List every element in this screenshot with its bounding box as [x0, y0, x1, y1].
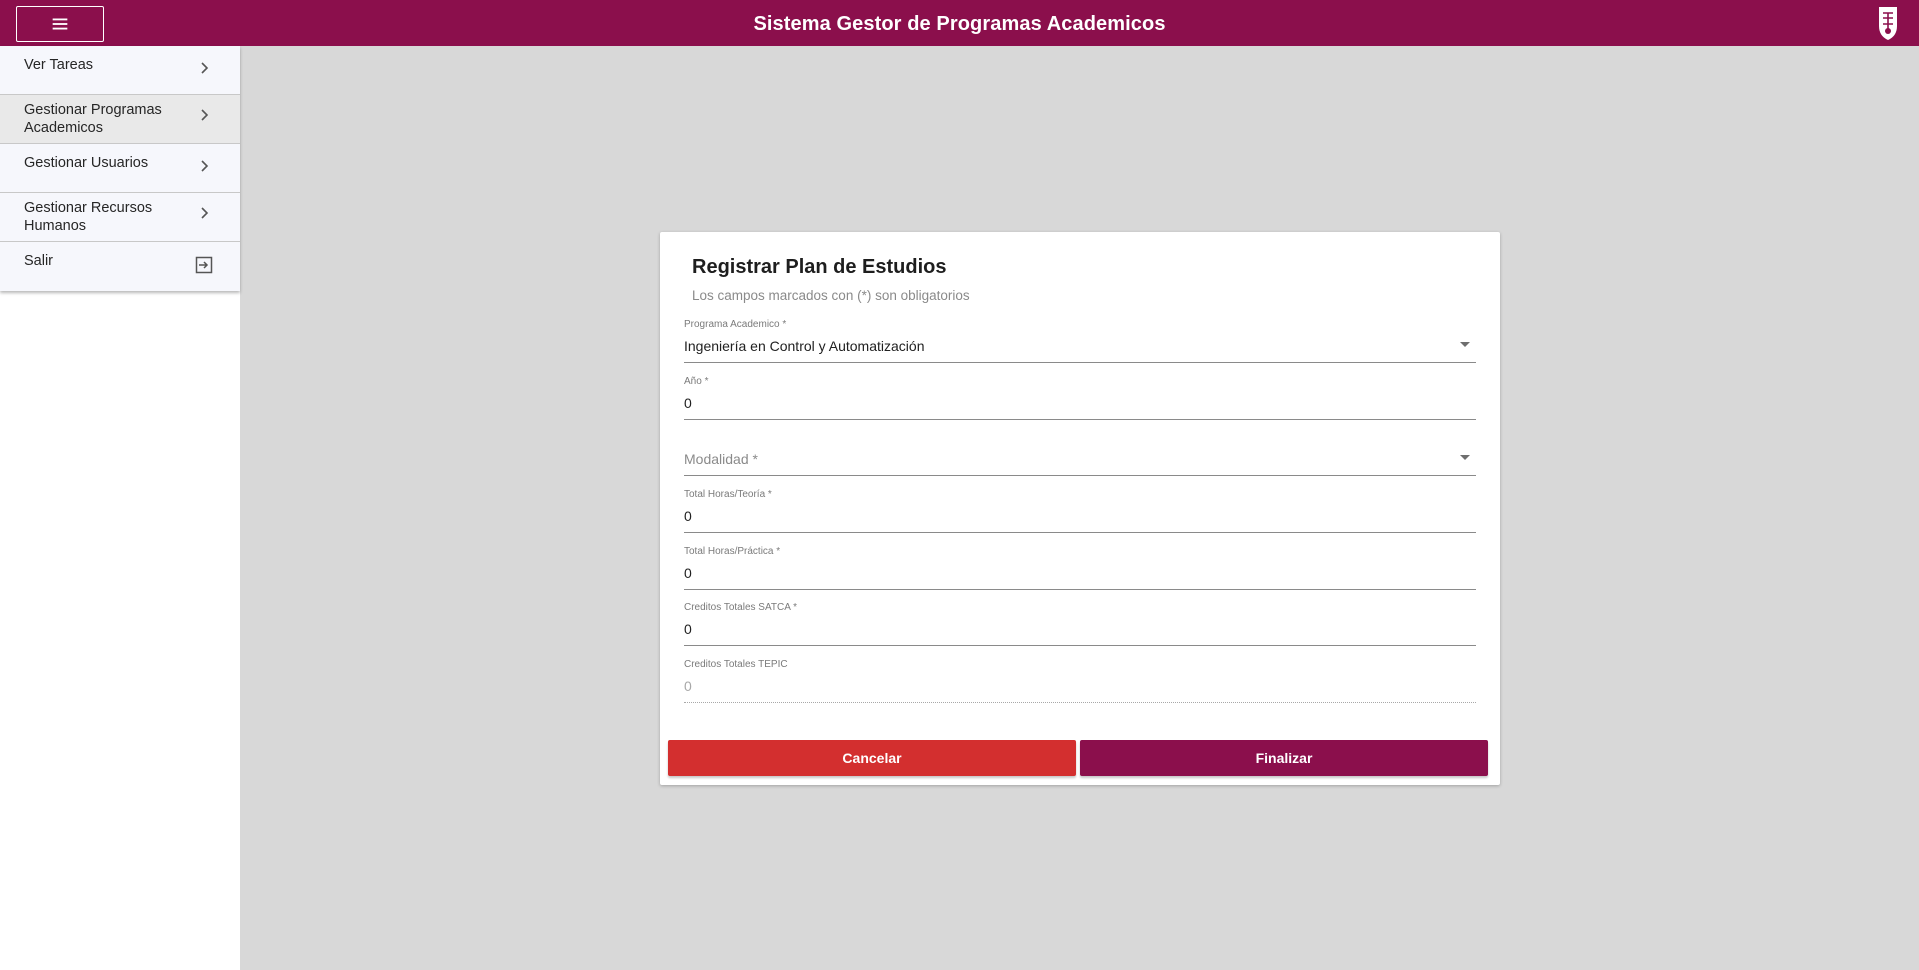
- field-value: 0: [684, 395, 692, 411]
- form-subtitle: Los campos marcados con (*) son obligato…: [692, 288, 970, 303]
- creditos-tepic-field: Creditos Totales TEPIC 0: [684, 659, 1476, 703]
- programa-academico-select[interactable]: Programa Academico * Ingeniería en Contr…: [684, 319, 1476, 363]
- chevron-right-icon: [201, 160, 209, 172]
- sidebar-nav: Ver Tareas Gestionar Programas Academico…: [0, 46, 240, 291]
- field-value: 0: [684, 621, 692, 637]
- sidebar-item-ver-tareas[interactable]: Ver Tareas: [0, 46, 240, 95]
- sidebar: Ver Tareas Gestionar Programas Academico…: [0, 46, 240, 970]
- dropdown-arrow-icon: [1460, 455, 1470, 460]
- field-value: 0: [684, 678, 692, 694]
- cancel-button[interactable]: Cancelar: [668, 740, 1076, 776]
- horas-practica-field[interactable]: Total Horas/Práctica * 0: [684, 546, 1476, 590]
- field-value: Ingeniería en Control y Automatización: [684, 338, 925, 354]
- field-value: 0: [684, 565, 692, 581]
- modalidad-select[interactable]: Modalidad *: [684, 432, 1476, 476]
- institution-logo-icon: [1879, 7, 1897, 40]
- field-label: Total Horas/Práctica *: [684, 546, 781, 557]
- creditos-satca-field[interactable]: Creditos Totales SATCA * 0: [684, 602, 1476, 646]
- sidebar-item-gestionar-recursos[interactable]: Gestionar Recursos Humanos: [0, 193, 240, 242]
- sidebar-item-gestionar-usuarios[interactable]: Gestionar Usuarios: [0, 144, 240, 193]
- field-label: Total Horas/Teoría *: [684, 489, 772, 500]
- menu-button[interactable]: [16, 6, 104, 42]
- field-label: Creditos Totales TEPIC: [684, 659, 788, 670]
- sidebar-item-label: Gestionar Programas Academicos: [24, 102, 162, 136]
- finish-button[interactable]: Finalizar: [1080, 740, 1488, 776]
- chevron-right-icon: [201, 62, 209, 74]
- sidebar-item-label: Gestionar Recursos Humanos: [24, 200, 153, 234]
- chevron-right-icon: [201, 207, 209, 219]
- anio-field[interactable]: Año * 0: [684, 376, 1476, 420]
- field-value: 0: [684, 508, 692, 524]
- top-app-bar: Sistema Gestor de Programas Academicos: [0, 0, 1919, 46]
- chevron-right-icon: [201, 109, 209, 121]
- exit-icon: [195, 256, 213, 274]
- sidebar-item-gestionar-programas[interactable]: Gestionar Programas Academicos: [0, 95, 240, 144]
- sidebar-item-label: Ver Tareas: [24, 57, 94, 73]
- sidebar-item-label: Salir: [24, 253, 54, 269]
- hamburger-menu-icon: [52, 18, 68, 30]
- field-label: Programa Academico *: [684, 319, 787, 330]
- form-title: Registrar Plan de Estudios: [692, 256, 947, 278]
- horas-teoria-field[interactable]: Total Horas/Teoría * 0: [684, 489, 1476, 533]
- sidebar-item-salir[interactable]: Salir: [0, 242, 240, 291]
- sidebar-item-label: Gestionar Usuarios: [24, 155, 149, 171]
- field-placeholder: Modalidad *: [684, 451, 758, 467]
- field-label: Año *: [684, 376, 709, 387]
- dropdown-arrow-icon: [1460, 342, 1470, 347]
- register-plan-form-card: Registrar Plan de Estudios Los campos ma…: [660, 232, 1500, 785]
- field-label: Creditos Totales SATCA *: [684, 602, 798, 613]
- app-title: Sistema Gestor de Programas Academicos: [753, 13, 1166, 35]
